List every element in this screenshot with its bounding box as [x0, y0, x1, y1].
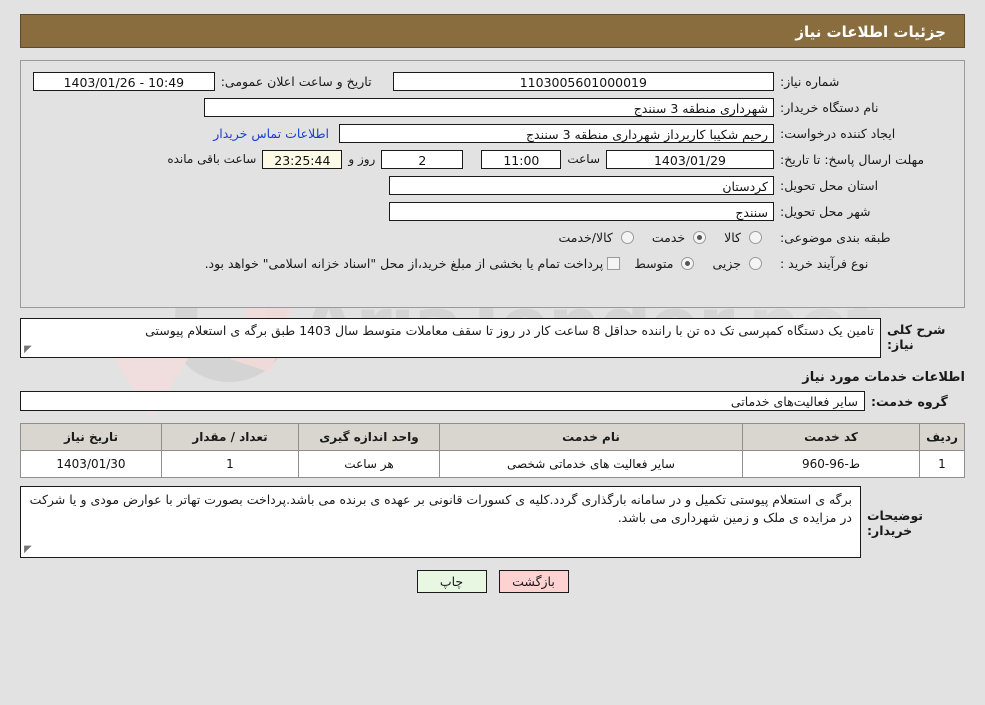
creator-value: رحیم شکیبا کاربرداز شهرداری منطقه 3 سنند…	[339, 123, 774, 143]
row-deadline: مهلت ارسال پاسخ: تا تاریخ: 1403/01/29 سا…	[33, 149, 952, 169]
column-header-name: نام خدمت	[439, 423, 743, 451]
buyer-org-value: شهرداری منطقه 3 سنندج	[204, 97, 774, 117]
treasury-bond-checkbox[interactable]	[607, 256, 621, 270]
radio-category-kala[interactable]	[749, 230, 762, 244]
need-info-panel: شماره نیاز: 1103005601000019 تاریخ و ساع…	[20, 60, 965, 308]
radio-category-khedmat[interactable]	[693, 230, 707, 244]
announce-label: تاریخ و ساعت اعلان عمومی:	[220, 73, 372, 89]
column-header-unit: واحد اندازه گیری	[298, 423, 440, 451]
hour-label: ساعت	[567, 152, 600, 166]
cell-name: سایر فعالیت های خدماتی شخصی	[439, 450, 743, 478]
resize-grip-icon[interactable]: ◥	[24, 344, 34, 355]
column-header-index: ردیف	[919, 423, 965, 451]
radio-category-kala-label: کالا	[724, 229, 741, 245]
process-label: نوع فرآیند خرید :	[780, 255, 869, 271]
cell-unit: هر ساعت	[298, 450, 440, 478]
deadline-label: مهلت ارسال پاسخ: تا تاریخ:	[780, 151, 925, 167]
radio-category-kala-khedmat[interactable]	[620, 230, 634, 244]
general-description-value: تامین یک دستگاه کمپرسی تک ده تن با رانند…	[145, 323, 874, 338]
treasury-bond-note: پرداخت تمام یا بخشی از مبلغ خرید،از محل …	[204, 255, 604, 271]
radio-category-kala-khedmat-label: کالا/خدمت	[558, 229, 613, 245]
province-value: کردستان	[389, 175, 774, 195]
city-label: شهر محل تحویل:	[780, 203, 871, 219]
radio-category-khedmat-label: خدمت	[651, 229, 686, 245]
remaining-days-value: 2	[381, 149, 464, 169]
page-root: جزئیات اطلاعات نیاز شماره نیاز: 11030056…	[0, 14, 985, 593]
row-process-type: نوع فرآیند خرید : جزیی متوسط پرداخت تمام…	[33, 253, 952, 273]
buyer-notes-textarea[interactable]: برگه ی استعلام پیوستی تکمیل و در سامانه …	[20, 486, 861, 558]
cell-quantity: 1	[161, 450, 299, 478]
buyer-notes-value: برگه ی استعلام پیوستی تکمیل و در سامانه …	[29, 492, 852, 525]
back-button[interactable]: بازگشت	[498, 570, 569, 593]
column-header-need-date: تاریخ نیاز	[20, 423, 162, 451]
resize-grip-icon[interactable]: ◥	[24, 544, 34, 555]
need-number-value: 1103005601000019	[392, 71, 774, 91]
creator-label: ایجاد کننده درخواست:	[780, 125, 896, 141]
general-description-section: شرح کلی نیاز: تامین یک دستگاه کمپرسی تک …	[20, 318, 965, 358]
countdown-timer: 23:25:44	[262, 149, 343, 169]
row-category: طبقه بندی موضوعی: کالا خدمت کالا/خدمت	[33, 227, 952, 247]
province-label: استان محل تحویل:	[780, 177, 879, 193]
general-description-textarea[interactable]: تامین یک دستگاه کمپرسی تک ده تن با رانند…	[20, 318, 881, 358]
need-number-label: شماره نیاز:	[780, 73, 840, 89]
row-province: استان محل تحویل: کردستان	[33, 175, 952, 195]
cell-index: 1	[919, 450, 965, 478]
page-title: جزئیات اطلاعات نیاز	[20, 14, 965, 48]
countdown-label: ساعت باقی مانده	[167, 152, 257, 166]
cell-need-date: 1403/01/30	[20, 450, 162, 478]
buyer-notes-section: توضیحات خریدار: برگه ی استعلام پیوستی تک…	[20, 486, 965, 558]
remaining-days-label: روز و	[348, 152, 376, 166]
services-table: ردیف کد خدمت نام خدمت واحد اندازه گیری ت…	[20, 423, 965, 478]
row-buyer-org: نام دستگاه خریدار: شهرداری منطقه 3 سنندج	[33, 97, 952, 117]
announce-value: 1403/01/26 - 10:49	[33, 71, 215, 91]
radio-process-jozei-label: جزیی	[712, 255, 741, 271]
service-group-row: گروه خدمت: سایر فعالیت‌های خدماتی	[20, 391, 965, 411]
radio-process-jozei[interactable]	[749, 256, 762, 270]
services-section-title: اطلاعات خدمات مورد نیاز	[802, 370, 965, 385]
city-value: سنندج	[389, 201, 774, 221]
buyer-notes-label: توضیحات خریدار:	[867, 508, 923, 538]
deadline-time-value: 11:00	[481, 149, 562, 169]
deadline-date-value: 1403/01/29	[606, 149, 774, 169]
service-group-value: سایر فعالیت‌های خدماتی	[20, 391, 865, 411]
category-label: طبقه بندی موضوعی:	[780, 229, 891, 245]
action-button-bar: بازگشت چاپ	[0, 570, 985, 593]
buyer-contact-link[interactable]: اطلاعات تماس خریدار	[213, 126, 339, 141]
process-radio-group: جزیی متوسط	[632, 256, 774, 271]
column-header-code: کد خدمت	[742, 423, 920, 451]
row-creator: ایجاد کننده درخواست: رحیم شکیبا کاربرداز…	[33, 123, 952, 143]
radio-process-motevaset[interactable]	[681, 256, 695, 270]
service-group-label: گروه خدمت:	[871, 393, 948, 409]
print-button[interactable]: چاپ	[416, 570, 487, 593]
row-city: شهر محل تحویل: سنندج	[33, 201, 952, 221]
radio-process-motevaset-label: متوسط	[634, 255, 674, 271]
cell-code: ط-96-960	[742, 450, 920, 478]
buyer-org-label: نام دستگاه خریدار:	[780, 99, 879, 115]
table-header-row: ردیف کد خدمت نام خدمت واحد اندازه گیری ت…	[20, 423, 965, 451]
general-description-label: شرح کلی نیاز:	[887, 322, 946, 352]
row-need-number: شماره نیاز: 1103005601000019 تاریخ و ساع…	[33, 71, 952, 91]
column-header-quantity: تعداد / مقدار	[161, 423, 299, 451]
table-row: 1 ط-96-960 سایر فعالیت های خدماتی شخصی ه…	[20, 450, 965, 478]
category-radio-group: کالا خدمت کالا/خدمت	[556, 230, 774, 245]
